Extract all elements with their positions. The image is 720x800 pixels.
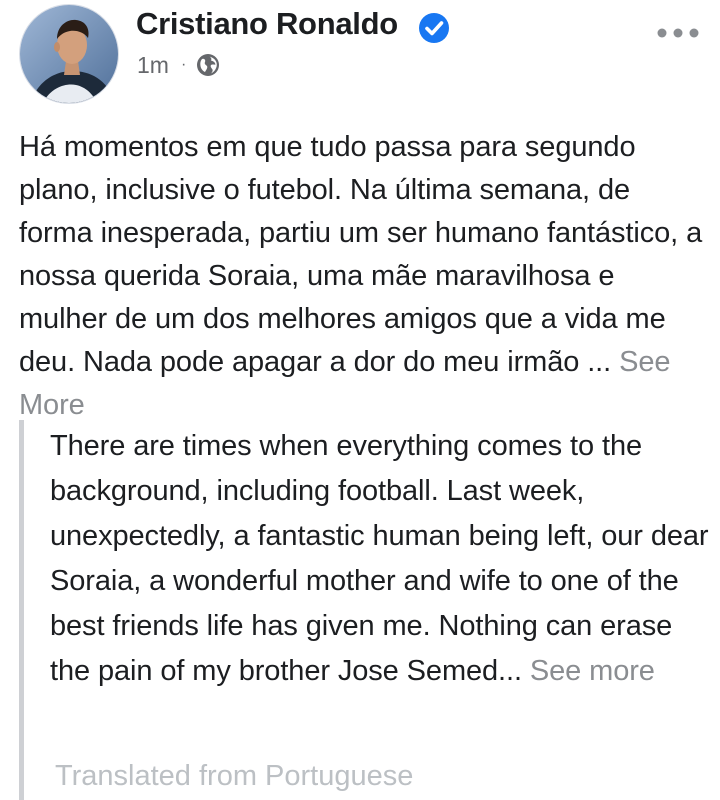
post-original-text: Há momentos em que tudo passa para segun…	[19, 126, 709, 427]
translated-from-label[interactable]: Translated from Portuguese	[55, 760, 413, 793]
post-timestamp[interactable]: 1m	[137, 52, 169, 79]
translation-body-text: There are times when everything comes to…	[50, 430, 709, 687]
post-meta: 1m ·	[137, 50, 220, 80]
author-name[interactable]: Cristiano Ronaldo	[136, 6, 398, 42]
globe-icon[interactable]	[196, 53, 220, 77]
post-header: Cristiano Ronaldo 1m ·	[0, 0, 720, 110]
verified-badge-icon	[419, 13, 449, 43]
avatar-photo	[20, 5, 118, 103]
meta-separator: ·	[180, 56, 187, 73]
more-options-icon[interactable]	[655, 24, 701, 42]
author-avatar[interactable]	[19, 4, 119, 104]
translation-block: There are times when everything comes to…	[19, 420, 709, 800]
post-body-text: Há momentos em que tudo passa para segun…	[19, 131, 703, 378]
translation-see-more-link[interactable]: See more	[530, 655, 655, 687]
translation-text-block: There are times when everything comes to…	[50, 424, 709, 694]
